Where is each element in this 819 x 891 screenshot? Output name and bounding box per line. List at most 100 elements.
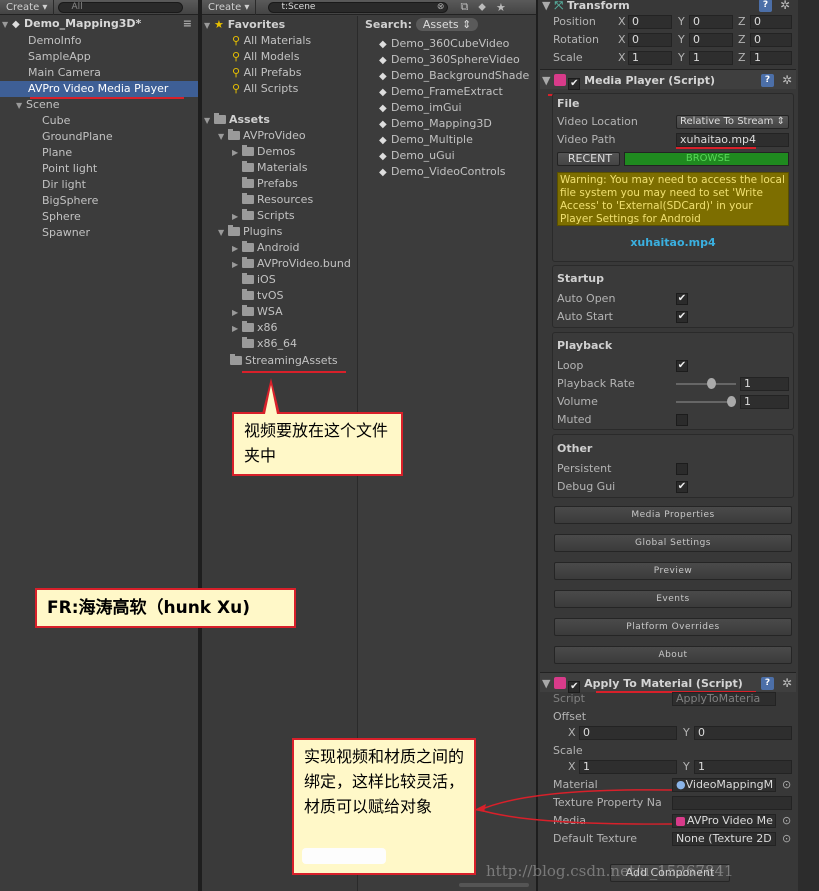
scale-y-field[interactable]: 1 [694, 760, 792, 774]
scale-x-field[interactable]: 1 [628, 51, 672, 65]
about-button[interactable]: About [554, 646, 792, 664]
hierarchy-item[interactable]: Sphere [42, 209, 81, 225]
hierarchy-item[interactable]: ▼ Scene [16, 97, 60, 113]
playback-rate-slider[interactable] [676, 383, 736, 385]
hierarchy-item[interactable]: Main Camera [28, 65, 101, 81]
scene-item[interactable]: ◆ Demo_FrameExtract [379, 84, 503, 100]
enabled-checkbox[interactable]: ✔ [568, 78, 581, 90]
project-search-input[interactable]: t:Scene ⊗ [268, 1, 449, 13]
position-y-field[interactable]: 0 [689, 15, 733, 29]
favorite-star-icon[interactable]: ★ [496, 1, 506, 14]
hierarchy-item[interactable]: DemoInfo [28, 33, 82, 49]
media-properties-button[interactable]: Media Properties [554, 506, 792, 524]
offset-y-field[interactable]: 0 [694, 726, 792, 740]
folder-item[interactable]: ▼ Plugins [218, 224, 282, 240]
inspector-scrollbar[interactable] [798, 0, 819, 891]
favorite-item[interactable]: ⚲ All Scripts [232, 81, 298, 97]
search-scope-dropdown[interactable]: Assets ⇕ [415, 18, 479, 31]
help-icon[interactable]: ? [761, 74, 774, 87]
video-location-dropdown[interactable]: Relative To Stream ⇕ [676, 115, 789, 129]
hierarchy-item[interactable]: Spawner [42, 225, 90, 241]
playback-rate-field[interactable]: 1 [740, 377, 789, 391]
folder-item[interactable]: tvOS [242, 288, 283, 304]
folder-item[interactable]: ▶ WSA [232, 304, 283, 320]
clear-search-icon[interactable]: ⊗ [437, 2, 445, 12]
hierarchy-item[interactable]: Plane [42, 145, 72, 161]
debug-gui-checkbox[interactable]: ✔ [676, 481, 688, 493]
folder-item-streamingassets[interactable]: StreamingAssets [230, 353, 338, 369]
scene-item[interactable]: ◆ Demo_VideoControls [379, 164, 506, 180]
recent-button[interactable]: RECENT [557, 152, 620, 166]
rotation-z-field[interactable]: 0 [750, 33, 792, 47]
hierarchy-search-input[interactable]: All [58, 1, 184, 13]
favorite-item[interactable]: ⚲ All Models [232, 49, 299, 65]
folder-item[interactable]: Materials [242, 160, 307, 176]
menu-icon[interactable]: ≡ [183, 16, 192, 32]
scene-item[interactable]: ◆ Demo_Multiple [379, 132, 473, 148]
scene-item[interactable]: ◆ Demo_360SphereVideo [379, 52, 520, 68]
folder-item[interactable]: ▼ AVProVideo [218, 128, 306, 144]
auto-start-checkbox[interactable]: ✔ [676, 311, 688, 323]
video-path-field[interactable]: xuhaitao.mp4 [676, 133, 789, 147]
assets-header[interactable]: ▼ Assets [204, 112, 270, 128]
scene-item[interactable]: ◆ Demo_uGui [379, 148, 455, 164]
gear-icon[interactable]: ✲ [782, 74, 792, 87]
texture-property-field[interactable] [672, 796, 792, 810]
object-picker-icon[interactable]: ⊙ [782, 813, 791, 829]
folder-item[interactable]: ▶ Demos [232, 144, 295, 160]
loop-checkbox[interactable]: ✔ [676, 360, 688, 372]
hierarchy-item-selected[interactable]: AVPro Video Media Player [0, 81, 198, 97]
hierarchy-item[interactable]: GroundPlane [42, 129, 113, 145]
apply-to-material-header[interactable]: ▼ ✔ Apply To Material (Script)? ✲ [540, 672, 796, 693]
folder-item[interactable]: Prefabs [242, 176, 298, 192]
object-picker-icon[interactable]: ⊙ [782, 831, 791, 847]
favorite-item[interactable]: ⚲ All Materials [232, 33, 311, 49]
hierarchy-item[interactable]: SampleApp [28, 49, 91, 65]
auto-open-checkbox[interactable]: ✔ [676, 293, 688, 305]
gear-icon[interactable]: ✲ [780, 0, 790, 12]
material-field[interactable]: ●VideoMappingM [672, 778, 776, 792]
position-x-field[interactable]: 0 [628, 15, 672, 29]
persistent-checkbox[interactable] [676, 463, 688, 475]
events-button[interactable]: Events [554, 590, 792, 608]
slider-thumb[interactable] [727, 396, 736, 407]
filter-label-icon[interactable]: ⬥ [478, 0, 486, 14]
folder-item[interactable]: ▶ Android [232, 240, 300, 256]
default-texture-field[interactable]: None (Texture 2D [672, 832, 776, 846]
browse-button[interactable]: BROWSE [624, 152, 789, 166]
help-icon[interactable]: ? [759, 0, 772, 12]
platform-overrides-button[interactable]: Platform Overrides [554, 618, 792, 636]
muted-checkbox[interactable] [676, 414, 688, 426]
global-settings-button[interactable]: Global Settings [554, 534, 792, 552]
scene-item[interactable]: ◆ Demo_BackgroundShade [379, 68, 535, 84]
media-player-header[interactable]: ▼ ✔ Media Player (Script)? ✲ [540, 69, 796, 90]
folder-item[interactable]: x86_64 [242, 336, 297, 352]
scene-root[interactable]: ▼ ◆ Demo_Mapping3D* ≡ [2, 16, 196, 32]
scale-y-field[interactable]: 1 [689, 51, 733, 65]
slider-thumb[interactable] [707, 378, 716, 389]
filter-type-icon[interactable]: ⧉ [460, 0, 468, 14]
object-picker-icon[interactable]: ⊙ [782, 777, 791, 793]
hierarchy-create-button[interactable]: Create ▾ [0, 0, 55, 15]
media-field[interactable]: AVPro Video Me [672, 814, 776, 828]
volume-field[interactable]: 1 [740, 395, 789, 409]
preview-button[interactable]: Preview [554, 562, 792, 580]
hierarchy-item[interactable]: Cube [42, 113, 70, 129]
folder-item[interactable]: ▶ Scripts [232, 208, 295, 224]
gear-icon[interactable]: ✲ [782, 677, 792, 690]
rotation-x-field[interactable]: 0 [628, 33, 672, 47]
hierarchy-item[interactable]: BigSphere [42, 193, 98, 209]
scene-item[interactable]: ◆ Demo_360CubeVideo [379, 36, 509, 52]
scene-item[interactable]: ◆ Demo_imGui [379, 100, 462, 116]
rotation-y-field[interactable]: 0 [689, 33, 733, 47]
offset-x-field[interactable]: 0 [579, 726, 677, 740]
project-create-button[interactable]: Create ▾ [202, 0, 257, 15]
scale-x-field[interactable]: 1 [579, 760, 677, 774]
folder-item[interactable]: ▶ AVProVideo.bund [232, 256, 358, 272]
hierarchy-item[interactable]: Dir light [42, 177, 86, 193]
favorite-item[interactable]: ⚲ All Prefabs [232, 65, 302, 81]
folder-item[interactable]: Resources [242, 192, 313, 208]
favorites-header[interactable]: ▼ ★ Favorites [204, 17, 285, 33]
position-z-field[interactable]: 0 [750, 15, 792, 29]
help-icon[interactable]: ? [761, 677, 774, 690]
